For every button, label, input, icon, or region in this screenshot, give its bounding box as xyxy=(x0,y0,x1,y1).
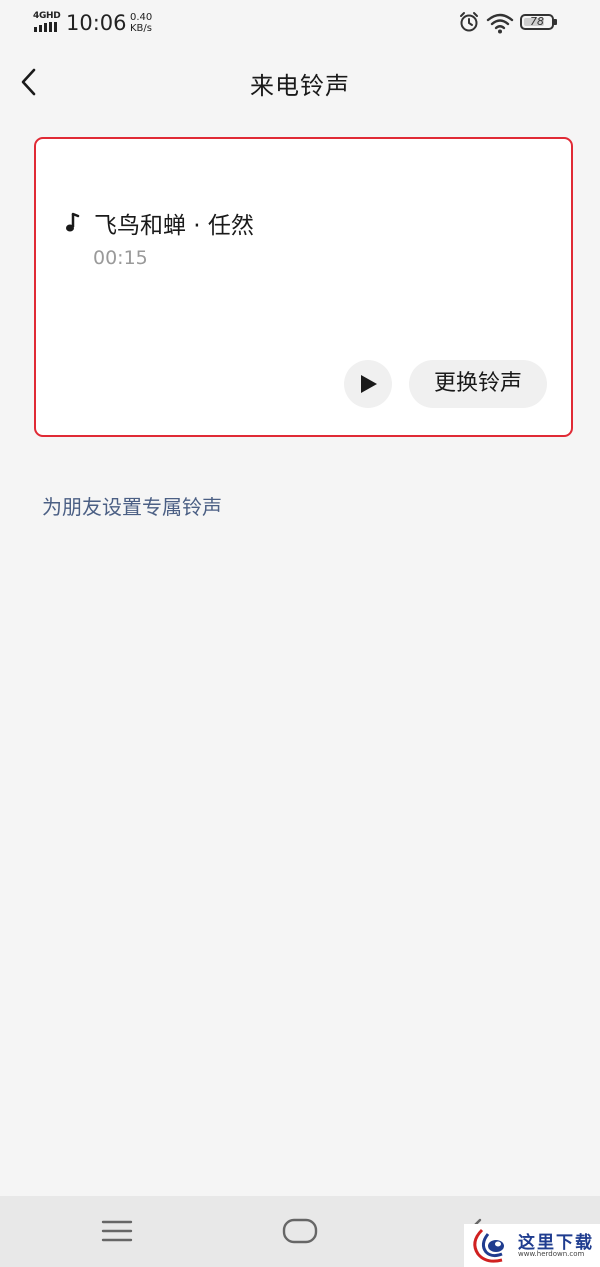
page-title: 来电铃声 xyxy=(250,72,350,100)
header: 来电铃声 xyxy=(0,52,600,114)
menu-icon[interactable] xyxy=(101,1218,133,1244)
watermark: 这里下载 www.herdown.com xyxy=(464,1224,600,1267)
watermark-logo xyxy=(473,1228,504,1263)
play-button[interactable] xyxy=(344,360,392,408)
status-right: 78 xyxy=(458,11,568,35)
battery-icon: 78 xyxy=(520,14,554,30)
change-ringtone-button[interactable]: 更换铃声 xyxy=(409,360,547,408)
watermark-url: www.herdown.com xyxy=(518,1250,585,1258)
network-type: 4GHD xyxy=(33,11,61,21)
set-friend-ringtone-link[interactable]: 为朋友设置专属铃声 xyxy=(42,491,222,520)
speed-unit: KB/s xyxy=(130,23,152,34)
music-note-icon xyxy=(66,212,80,232)
signal-icon xyxy=(34,22,58,32)
status-bar: 4GHD 10:06 0.40 KB/s 78 xyxy=(0,0,600,46)
battery-cap xyxy=(554,19,557,25)
battery-level: 78 xyxy=(530,15,544,28)
network-speed: 0.40 KB/s xyxy=(130,12,152,34)
status-time: 10:06 xyxy=(66,11,127,35)
wifi-icon xyxy=(486,13,514,34)
ringtone-duration: 00:15 xyxy=(93,247,148,269)
speed-value: 0.40 xyxy=(130,12,153,23)
current-ringtone-card[interactable]: 飞鸟和蝉 · 任然 00:15 更换铃声 xyxy=(34,137,573,437)
home-icon[interactable] xyxy=(282,1218,318,1244)
alarm-icon xyxy=(460,12,478,32)
play-icon xyxy=(361,375,377,393)
ringtone-title: 飞鸟和蝉 · 任然 xyxy=(94,213,254,239)
